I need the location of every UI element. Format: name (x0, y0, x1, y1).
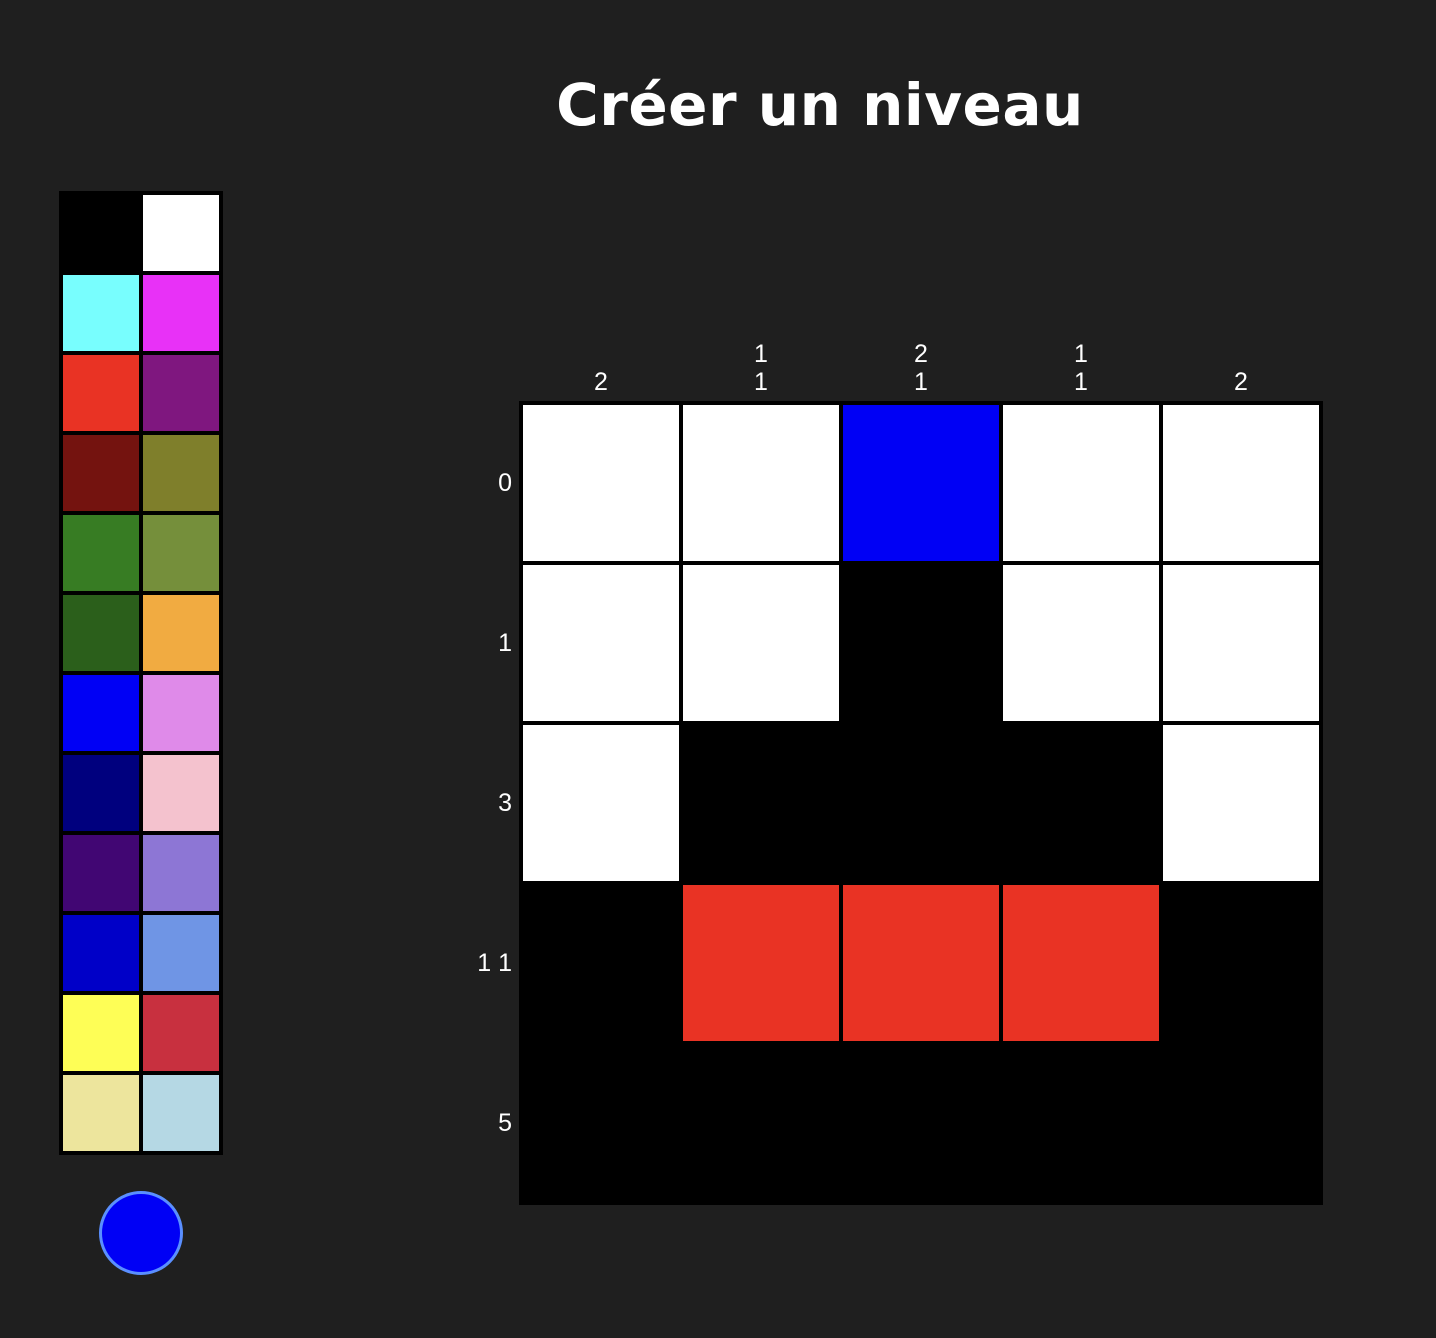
palette-swatch[interactable] (63, 435, 139, 511)
column-clue-number: 1 (914, 368, 928, 396)
column-clue: 2 (521, 336, 681, 396)
column-clue-number: 1 (754, 340, 768, 368)
palette-swatch[interactable] (63, 275, 139, 351)
row-clue: 1 1 (477, 948, 512, 977)
grid-cell[interactable] (683, 1045, 839, 1201)
grid-cell[interactable] (843, 725, 999, 881)
palette-swatch[interactable] (143, 675, 219, 751)
column-clue: 11 (681, 336, 841, 396)
palette-swatch[interactable] (63, 995, 139, 1071)
palette-swatch[interactable] (63, 915, 139, 991)
column-clue-number: 2 (1234, 368, 1248, 396)
palette-swatch[interactable] (63, 755, 139, 831)
grid-cell[interactable] (1163, 565, 1319, 721)
palette-swatch[interactable] (143, 275, 219, 351)
grid-cell[interactable] (523, 1045, 679, 1201)
palette-swatch[interactable] (63, 675, 139, 751)
palette-swatch[interactable] (143, 355, 219, 431)
grid-cell[interactable] (683, 725, 839, 881)
palette-swatch[interactable] (63, 595, 139, 671)
grid-cell[interactable] (523, 885, 679, 1041)
grid-cell[interactable] (1003, 405, 1159, 561)
palette-swatch[interactable] (143, 995, 219, 1071)
palette-swatch[interactable] (143, 515, 219, 591)
palette-swatch[interactable] (143, 755, 219, 831)
grid-cell[interactable] (1163, 1045, 1319, 1201)
page-title: Créer un niveau (556, 70, 1084, 139)
grid-cell[interactable] (843, 405, 999, 561)
grid-cell[interactable] (1003, 1045, 1159, 1201)
grid-cell[interactable] (1003, 565, 1159, 721)
row-clue: 3 (498, 788, 512, 817)
grid-cell[interactable] (843, 1045, 999, 1201)
palette-swatch[interactable] (63, 835, 139, 911)
color-palette (59, 191, 223, 1155)
grid-cell[interactable] (683, 565, 839, 721)
palette-swatch[interactable] (63, 195, 139, 271)
palette-swatch[interactable] (63, 515, 139, 591)
palette-swatch[interactable] (143, 595, 219, 671)
palette-swatch[interactable] (143, 915, 219, 991)
column-clue: 2 (1161, 336, 1321, 396)
row-clue: 5 (498, 1108, 512, 1137)
row-clue: 1 (498, 628, 512, 657)
column-clue-number: 1 (1074, 368, 1088, 396)
column-clue: 11 (1001, 336, 1161, 396)
grid-cell[interactable] (1003, 885, 1159, 1041)
grid-cell[interactable] (523, 565, 679, 721)
grid-cell[interactable] (523, 725, 679, 881)
grid-cell[interactable] (683, 405, 839, 561)
palette-swatch[interactable] (63, 355, 139, 431)
row-clue: 0 (498, 468, 512, 497)
nonogram-grid (519, 401, 1323, 1205)
palette-swatch[interactable] (143, 1075, 219, 1151)
level-editor-page: Créer un niveau 21121112 0131 15 (0, 0, 1436, 1338)
column-clue-number: 2 (594, 368, 608, 396)
grid-cell[interactable] (843, 885, 999, 1041)
grid-cell[interactable] (1003, 725, 1159, 881)
column-clue-number: 2 (914, 340, 928, 368)
column-clue-number: 1 (1074, 340, 1088, 368)
palette-swatch[interactable] (143, 435, 219, 511)
palette-swatch[interactable] (143, 195, 219, 271)
grid-cell[interactable] (1163, 405, 1319, 561)
grid-cell[interactable] (843, 565, 999, 721)
palette-swatch[interactable] (143, 835, 219, 911)
palette-swatch[interactable] (63, 1075, 139, 1151)
column-clue-number: 1 (754, 368, 768, 396)
grid-cell[interactable] (1163, 885, 1319, 1041)
grid-cell[interactable] (523, 405, 679, 561)
column-clue: 21 (841, 336, 1001, 396)
grid-cell[interactable] (1163, 725, 1319, 881)
selected-color-indicator[interactable] (99, 1191, 183, 1275)
grid-cell[interactable] (683, 885, 839, 1041)
